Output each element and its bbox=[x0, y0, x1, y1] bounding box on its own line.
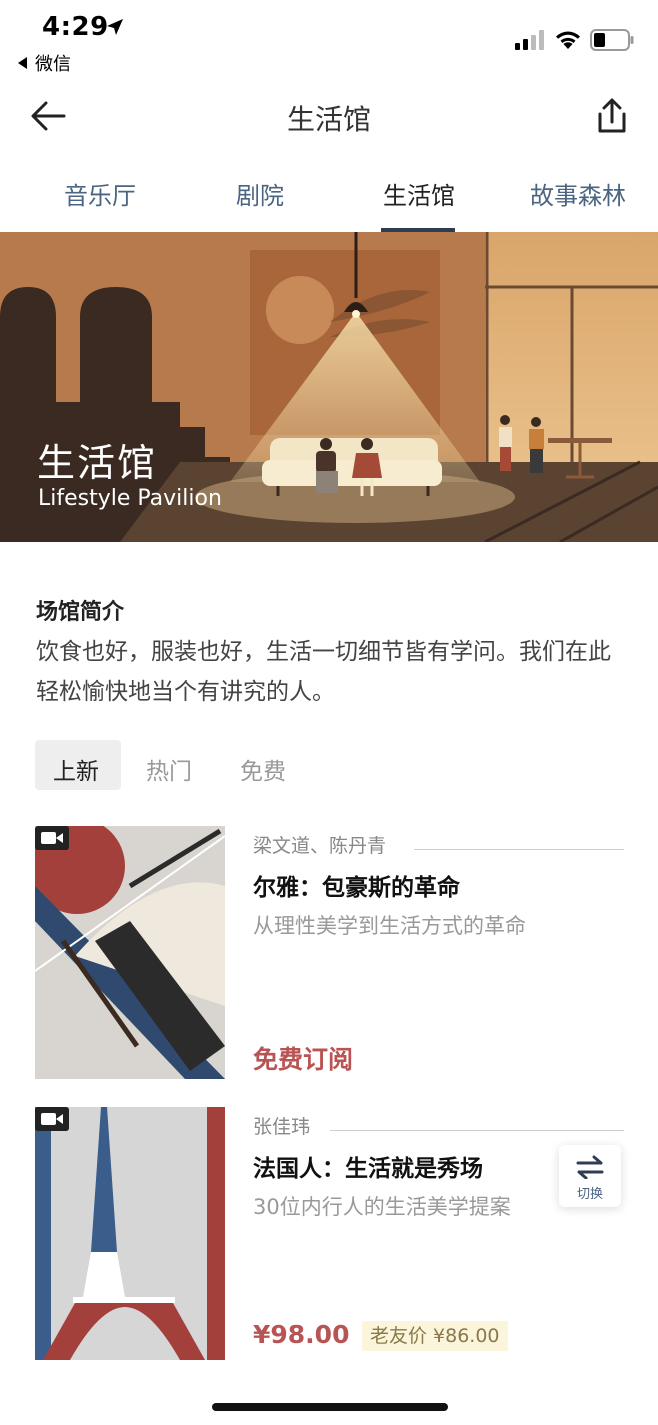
item-price: ¥98.00 bbox=[253, 1320, 350, 1349]
free-subscribe-button[interactable]: 免费订阅 bbox=[253, 1040, 353, 1076]
banner-subtitle: Lifestyle Pavilion bbox=[38, 486, 222, 511]
wifi-icon bbox=[556, 31, 580, 49]
filter-hot[interactable]: 热门 bbox=[146, 752, 192, 786]
switch-label: 切换 bbox=[576, 1187, 603, 1202]
back-to-app[interactable]: 微信 bbox=[18, 50, 71, 76]
item-title[interactable]: 尔雅：包豪斯的革命 bbox=[253, 868, 460, 902]
video-badge-icon bbox=[35, 1107, 69, 1131]
author-divider bbox=[414, 849, 624, 850]
video-badge-icon bbox=[35, 826, 69, 850]
intro-text: 饮食也好，服装也好，生活一切细节皆有学问。我们在此轻松愉快地当个有讲究的人。 bbox=[36, 639, 611, 705]
switch-view-button[interactable]: 切换 bbox=[559, 1145, 621, 1207]
item-title[interactable]: 法国人：生活就是秀场 bbox=[253, 1149, 483, 1183]
bauhaus-cover-art bbox=[35, 826, 225, 1079]
share-icon[interactable] bbox=[594, 96, 630, 136]
swap-arrows-icon bbox=[576, 1155, 604, 1179]
eiffel-cover-art bbox=[35, 1107, 225, 1360]
pavilion-tabs: 音乐厅 剧院 生活馆 故事森林 bbox=[0, 160, 658, 232]
friend-price-badge: 老友价 ¥86.00 bbox=[362, 1321, 508, 1351]
tab-theater[interactable]: 剧院 bbox=[236, 176, 284, 211]
item-author: 张佳玮 bbox=[253, 1116, 311, 1138]
filter-free[interactable]: 免费 bbox=[240, 752, 286, 786]
banner-title: 生活馆 bbox=[37, 441, 158, 485]
item-cover-bauhaus[interactable] bbox=[35, 826, 225, 1079]
status-time: 4:29 bbox=[42, 12, 109, 42]
item-cover-france[interactable] bbox=[35, 1107, 225, 1360]
tab-lifestyle[interactable]: 生活馆 bbox=[383, 176, 455, 211]
tab-story-forest[interactable]: 故事森林 bbox=[530, 176, 626, 211]
status-bar: 4:29 微信 bbox=[0, 0, 658, 80]
filter-new[interactable]: 上新 bbox=[53, 752, 99, 786]
battery-icon bbox=[590, 29, 634, 51]
item-subtitle: 从理性美学到生活方式的革命 bbox=[253, 914, 526, 938]
author-divider bbox=[330, 1130, 624, 1131]
home-indicator[interactable] bbox=[212, 1403, 448, 1411]
item-author: 梁文道、陈丹青 bbox=[253, 835, 387, 857]
back-triangle-icon bbox=[18, 57, 27, 69]
item-subtitle: 30位内行人的生活美学提案 bbox=[253, 1195, 511, 1219]
back-app-label: 微信 bbox=[35, 54, 71, 75]
location-arrow-icon bbox=[107, 19, 123, 35]
cellular-signal-icon bbox=[515, 30, 544, 50]
intro-heading: 场馆简介 bbox=[36, 600, 125, 625]
page-title: 生活馆 bbox=[286, 103, 371, 136]
tab-concert-hall[interactable]: 音乐厅 bbox=[64, 176, 136, 211]
pavilion-banner: 生活馆 Lifestyle Pavilion bbox=[0, 232, 658, 542]
